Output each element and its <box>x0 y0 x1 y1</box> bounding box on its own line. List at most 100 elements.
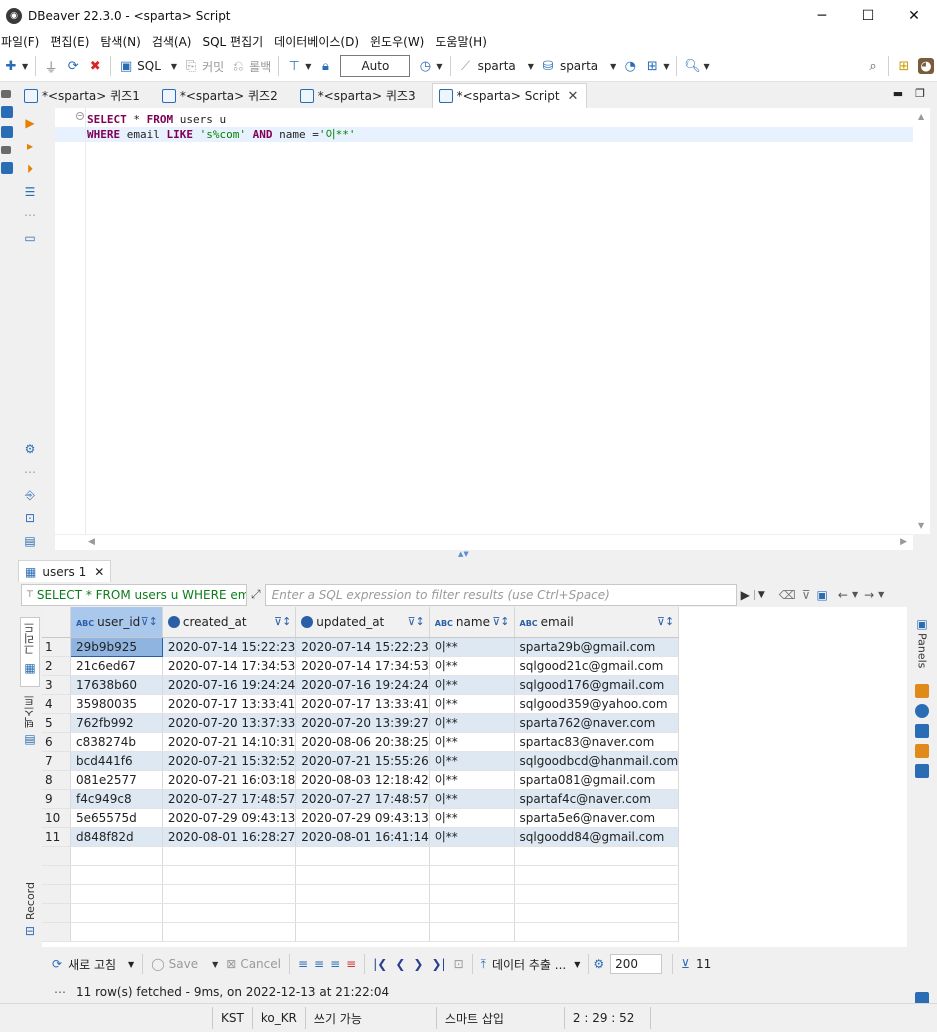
table-cell[interactable]: d848f82d <box>70 827 163 847</box>
execute-statement-icon[interactable]: ▶ <box>22 115 38 131</box>
commit-button[interactable]: ⎘ 커밋 <box>180 54 227 78</box>
table-cell[interactable] <box>70 884 163 904</box>
close-icon[interactable]: ✕ <box>568 89 579 104</box>
table-cell[interactable]: 2020-07-17 13:33:41 <box>295 694 430 714</box>
column-header-updated-at[interactable]: updated_at ⊽↕ <box>295 607 430 638</box>
first-page-icon[interactable]: |❮ <box>373 957 387 971</box>
table-cell[interactable]: spartac83@naver.com <box>514 732 680 752</box>
panels-toggle[interactable]: ▣ Panels <box>907 607 937 668</box>
export-data-button[interactable]: ⤒ 데이터 추출 ... ▼ <box>477 952 585 976</box>
next-page-icon[interactable]: ❯ <box>413 957 423 971</box>
table-cell[interactable] <box>162 846 297 866</box>
new-connection-button[interactable]: ✚ ▼ <box>0 54 31 78</box>
table-cell[interactable] <box>70 865 163 885</box>
query-text-field[interactable]: ⊤ SELECT * FROM users u WHERE email <box>21 583 247 606</box>
fetch-all-icon[interactable]: ⊡ <box>454 957 464 971</box>
grouping-icon[interactable] <box>915 684 929 699</box>
table-cell[interactable] <box>514 865 680 885</box>
table-cell[interactable]: 2020-07-17 13:33:41 <box>162 694 297 714</box>
close-button[interactable]: ✕ <box>891 0 937 31</box>
apply-filter-icon[interactable]: ▶ <box>741 588 750 602</box>
table-cell[interactable]: 2020-07-14 15:22:23 <box>162 637 297 657</box>
column-header-created-at[interactable]: created_at ⊽↕ <box>162 607 297 638</box>
refresh-button[interactable]: ⟳ 새로 고침 ▼ <box>48 952 138 976</box>
table-cell[interactable]: 2020-07-16 19:24:24 <box>162 675 297 695</box>
perspective-button[interactable]: ⊞ <box>893 54 915 78</box>
table-cell[interactable]: sparta081@gmail.com <box>514 770 680 790</box>
references-icon[interactable] <box>915 764 929 779</box>
save-button[interactable]: ◯ Save ▼ <box>147 952 222 976</box>
chevron-down-icon[interactable]: ▼ <box>852 590 858 599</box>
more-icon[interactable]: ⋯ <box>22 207 38 223</box>
table-cell[interactable]: 5e65575d <box>70 808 163 828</box>
table-cell[interactable]: 이** <box>429 751 515 771</box>
table-row[interactable]: 2 21c6ed67 2020-07-14 17:34:53 2020-07-14 1… <box>42 656 907 676</box>
column-header-user-id[interactable]: ABC user_id ⊽↕ <box>70 607 163 638</box>
new-script-icon[interactable]: ⊡ <box>22 510 38 526</box>
row-count-button[interactable]: ⊻ 11 <box>677 952 715 976</box>
table-cell[interactable]: 이** <box>429 637 515 657</box>
table-cell[interactable]: 21c6ed67 <box>70 656 163 676</box>
table-cell[interactable]: 2020-08-06 20:38:25 <box>295 732 430 752</box>
table-cell[interactable]: 이** <box>429 694 515 714</box>
table-cell[interactable] <box>70 922 163 942</box>
column-header-name[interactable]: ABC name ⊽↕ <box>429 607 515 638</box>
terminal-icon[interactable]: ▭ <box>22 230 38 246</box>
table-cell[interactable] <box>514 846 680 866</box>
table-row[interactable]: 6 c838274b 2020-07-21 14:10:31 2020-08-06 2… <box>42 732 907 752</box>
dbeaver-perspective-button[interactable]: ◕ <box>915 54 937 78</box>
table-cell[interactable]: sqlgood21c@gmail.com <box>514 656 680 676</box>
table-cell[interactable]: 2020-07-14 15:22:23 <box>295 637 430 657</box>
minimize-button[interactable]: ─ <box>799 0 845 31</box>
menu-database[interactable]: 데이터베이스(D) <box>273 33 365 50</box>
table-cell[interactable]: 2020-07-21 16:03:18 <box>162 770 297 790</box>
transaction-mode-field[interactable]: Auto <box>340 55 411 77</box>
chevron-down-icon[interactable]: ▼ <box>878 590 884 599</box>
menu-navigate[interactable]: 탐색(N) <box>99 33 146 50</box>
table-cell[interactable]: sparta29b@gmail.com <box>514 637 680 657</box>
table-row[interactable]: 3 17638b60 2020-07-16 19:24:24 2020-07-16 1… <box>42 675 907 695</box>
table-cell[interactable] <box>70 903 163 923</box>
table-cell[interactable]: sparta5e6@naver.com <box>514 808 680 828</box>
table-row[interactable]: 5 762fb992 2020-07-20 13:37:33 2020-07-20 1… <box>42 713 907 733</box>
disconnect-button[interactable]: ⏚ <box>40 54 62 78</box>
table-cell[interactable] <box>429 903 515 923</box>
sort-filter-icon[interactable]: ⊽↕ <box>657 615 674 628</box>
table-cell[interactable]: 081e2577 <box>70 770 163 790</box>
tab-script[interactable]: *<sparta> Script ✕ <box>431 83 588 108</box>
table-cell[interactable]: sqlgoodbcd@hanmail.com <box>514 751 680 771</box>
filter-input[interactable]: Enter a SQL expression to filter results… <box>264 583 737 606</box>
table-cell[interactable] <box>162 884 297 904</box>
table-cell[interactable]: 29b9b925 <box>69 636 163 657</box>
projects-icon[interactable] <box>1 126 13 138</box>
table-cell[interactable] <box>295 903 430 923</box>
global-search-button[interactable]: ⌕ <box>862 54 884 78</box>
table-cell[interactable]: 2020-07-27 17:48:57 <box>295 789 430 809</box>
table-cell[interactable]: sqlgood176@gmail.com <box>514 675 680 695</box>
minimize-panel-icon[interactable]: ▬ <box>893 87 903 100</box>
record-view-tab[interactable]: Record ⊟ <box>20 882 40 942</box>
add-row-icon[interactable]: ≡ <box>314 957 324 971</box>
find-button[interactable]: 🔍︎ ▼ <box>681 54 712 78</box>
table-cell[interactable] <box>295 846 430 866</box>
invalidate-reconnect-button[interactable]: ⟳ <box>62 54 84 78</box>
menu-window[interactable]: 윈도우(W) <box>369 33 430 50</box>
transaction-mode-button[interactable]: ⊤ ▼ <box>283 54 314 78</box>
settings-gear-icon[interactable]: ⚙ <box>22 441 38 457</box>
table-cell[interactable]: 이** <box>429 732 515 752</box>
table-cell[interactable]: 2020-07-20 13:37:33 <box>162 713 297 733</box>
table-cell[interactable]: spartaf4c@naver.com <box>514 789 680 809</box>
tab-quiz2[interactable]: *<sparta> 퀴즈2 <box>156 83 286 108</box>
table-cell[interactable]: sparta762@naver.com <box>514 713 680 733</box>
more-icon[interactable]: ⋯ <box>22 464 38 480</box>
table-row[interactable] <box>42 922 907 942</box>
database-navigator-icon[interactable] <box>1 106 13 118</box>
table-cell[interactable] <box>429 865 515 885</box>
close-icon[interactable]: ✕ <box>94 565 104 579</box>
menu-sql-editor[interactable]: SQL 편집기 <box>201 33 269 50</box>
delete-row-icon[interactable]: ≡ <box>346 957 356 971</box>
table-cell[interactable]: 이** <box>429 656 515 676</box>
table-cell[interactable]: 2020-07-29 09:43:13 <box>162 808 297 828</box>
table-cell[interactable] <box>514 884 680 904</box>
table-cell[interactable]: 35980035 <box>70 694 163 714</box>
